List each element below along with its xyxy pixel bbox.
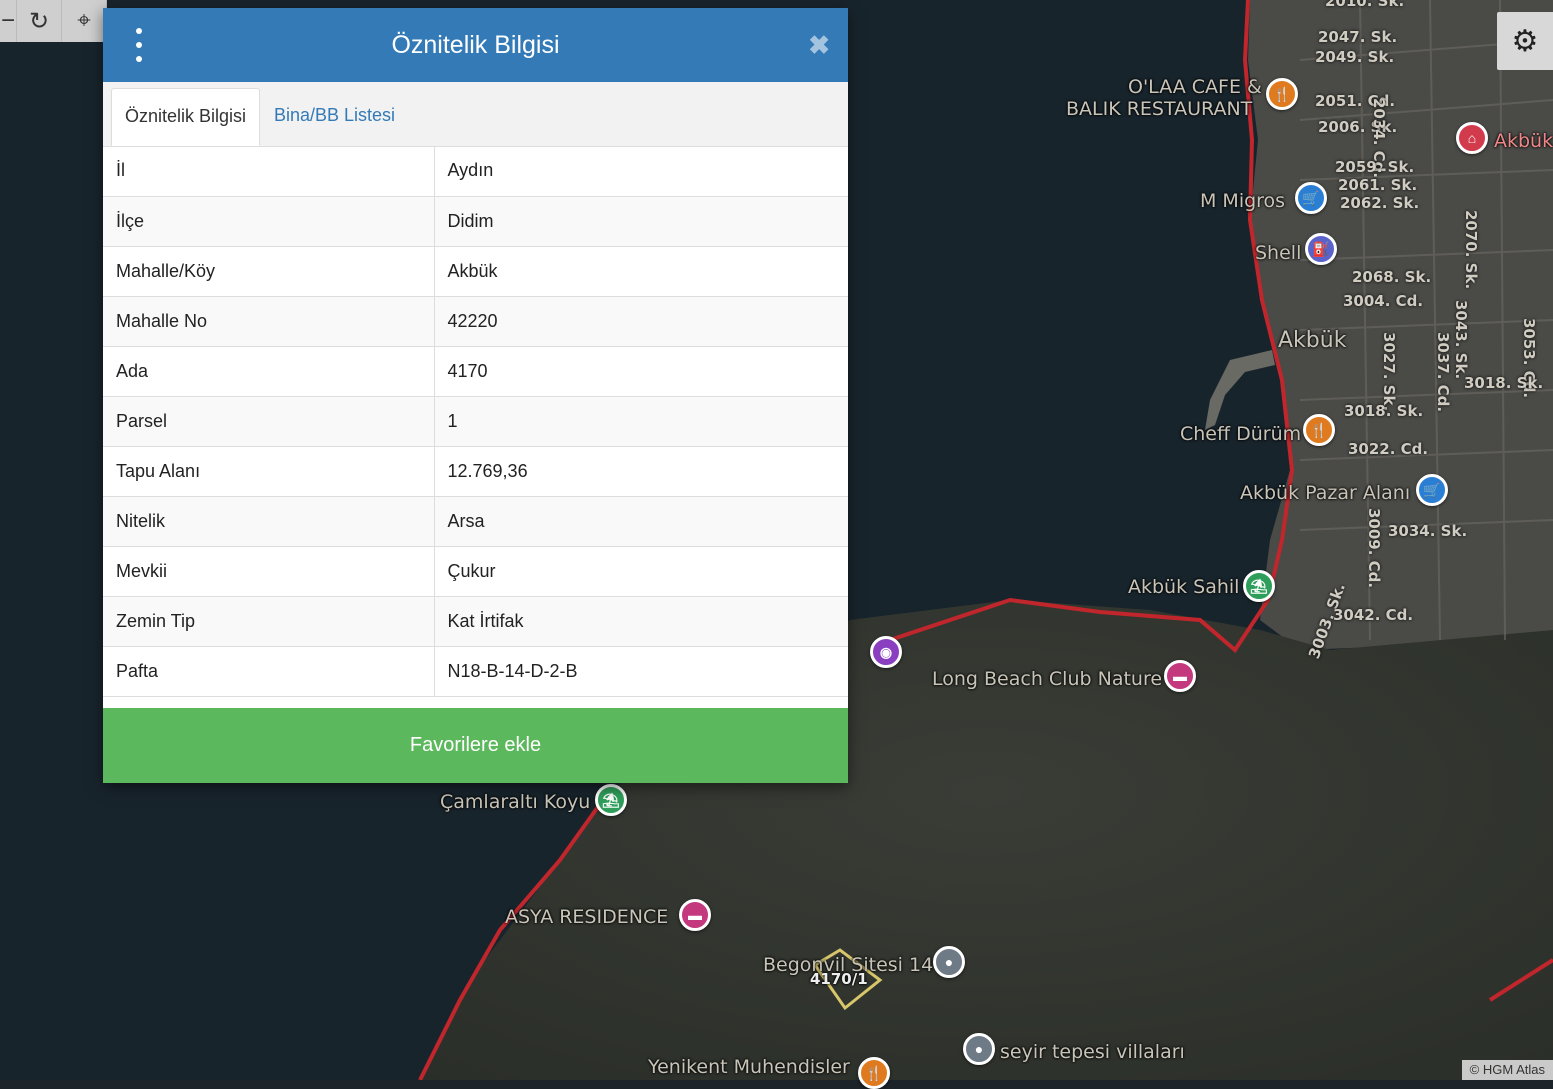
- poi-label: seyir tepesi villaları: [1000, 1041, 1185, 1063]
- poi-label: Akbük Sahil: [1128, 576, 1240, 598]
- tab-attribute-info[interactable]: Öznitelik Bilgisi: [111, 88, 261, 146]
- table-row: Mahalle/Köy Akbük: [103, 246, 848, 297]
- shopping-cart-pin-icon[interactable]: 🛒: [1295, 182, 1327, 214]
- attribute-value: Kat İrtifak: [434, 596, 848, 647]
- attribute-value: 12.769,36: [434, 446, 848, 497]
- street-label: 3034. Sk.: [1388, 522, 1468, 540]
- panel-header: Öznitelik Bilgisi ✖: [103, 8, 848, 82]
- shopping-cart-pin-icon[interactable]: 🛒: [1416, 474, 1448, 506]
- attribute-value: Akbük: [434, 246, 848, 297]
- place-pin-icon[interactable]: ●: [933, 946, 965, 978]
- table-row: Zemin Tip Kat İrtifak: [103, 596, 848, 647]
- street-label: 3043. Sk.: [1452, 300, 1470, 380]
- beach-pin-icon[interactable]: ⛱: [595, 784, 627, 816]
- attribute-key: İlçe: [103, 196, 435, 247]
- poi-label: Akbük: [1494, 130, 1553, 152]
- restaurant-pin-icon[interactable]: 🍴: [858, 1057, 890, 1089]
- crosshair-icon[interactable]: ⌖: [62, 0, 107, 42]
- street-label: 2047. Sk.: [1318, 28, 1398, 46]
- street-label: 3009. Cd.: [1365, 508, 1383, 589]
- poi-label: Long Beach Club Nature: [932, 668, 1163, 690]
- table-row: Nitelik Arsa: [103, 496, 848, 547]
- panel-title: Öznitelik Bilgisi: [391, 31, 560, 59]
- street-label: 3018. Sk.: [1464, 374, 1544, 392]
- street-label: 3037. Cd.: [1434, 332, 1452, 413]
- street-label: 2061. Sk.: [1338, 176, 1418, 194]
- fuel-pin-icon[interactable]: ⛽: [1305, 233, 1337, 265]
- camera-pin-icon[interactable]: ◉: [870, 636, 902, 668]
- street-label: 2068. Sk.: [1352, 268, 1432, 286]
- attribute-value: N18-B-14-D-2-B: [434, 646, 848, 697]
- attribute-key: Nitelik: [103, 496, 435, 547]
- poi-label: Çamlaraltı Koyu: [440, 791, 591, 813]
- table-row: İl Aydın: [103, 146, 848, 197]
- street-label: 3022. Cd.: [1348, 440, 1429, 458]
- home-pin-icon[interactable]: ⌂: [1456, 122, 1488, 154]
- parcel-label: 4170/1: [810, 970, 868, 988]
- hotel-pin-icon[interactable]: ▬: [1164, 660, 1196, 692]
- street-label: 2062. Sk.: [1340, 194, 1420, 212]
- attribute-key: Parsel: [103, 396, 435, 447]
- street-label: 3018. Sk.: [1344, 402, 1424, 420]
- attribute-panel: Öznitelik Bilgisi ✖ Öznitelik Bilgisi Bi…: [103, 8, 848, 783]
- table-row: Ada 4170: [103, 346, 848, 397]
- attribute-key: Mevkii: [103, 546, 435, 597]
- attribute-key: Zemin Tip: [103, 596, 435, 647]
- gear-icon[interactable]: ⚙: [1497, 12, 1553, 70]
- refresh-icon[interactable]: ↻: [17, 0, 62, 42]
- attribute-value: Didim: [434, 196, 848, 247]
- hotel-pin-icon[interactable]: ▬: [679, 899, 711, 931]
- attribute-value: Aydın: [434, 146, 848, 197]
- attribute-key: Tapu Alanı: [103, 446, 435, 497]
- poi-label: ASYA RESIDENCE: [505, 906, 669, 928]
- attribute-table: İl Aydın İlçe Didim Mahalle/Köy Akbük Mahal…: [103, 146, 848, 697]
- place-pin-icon[interactable]: ●: [963, 1033, 995, 1065]
- add-to-favorites-button[interactable]: Favorilere ekle: [103, 708, 848, 783]
- poi-label: O'LAA CAFE &: [1128, 76, 1262, 98]
- close-icon[interactable]: ✖: [808, 30, 830, 60]
- attribute-value: 4170: [434, 346, 848, 397]
- table-row: Mevkii Çukur: [103, 546, 848, 597]
- street-label: 3042. Cd.: [1333, 606, 1414, 624]
- attribute-key: İl: [103, 146, 435, 197]
- poi-label: M Migros: [1200, 190, 1286, 212]
- attribute-key: Mahalle No: [103, 296, 435, 347]
- table-row: Parsel 1: [103, 396, 848, 447]
- poi-label: Cheff Dürüm: [1180, 423, 1302, 445]
- table-row: Pafta N18-B-14-D-2-B: [103, 646, 848, 697]
- attribute-key: Ada: [103, 346, 435, 397]
- poi-label: Akbük Pazar Alanı: [1240, 482, 1411, 504]
- poi-label: Shell: [1255, 242, 1302, 264]
- map-toolbar: − ↻ ⌖: [0, 0, 107, 42]
- poi-label: Akbük: [1278, 328, 1347, 353]
- tab-building-list[interactable]: Bina/BB Listesi: [261, 88, 408, 146]
- street-label: 2070. Sk.: [1462, 210, 1480, 290]
- map-attribution: © HGM Atlas: [1461, 1060, 1553, 1080]
- street-label: 3004. Cd.: [1343, 292, 1424, 310]
- poi-label: Yenikent Muhendisler: [648, 1056, 850, 1078]
- table-row: İlçe Didim: [103, 196, 848, 247]
- table-row: Mahalle No 42220: [103, 296, 848, 347]
- street-label: 2059. Sk.: [1335, 158, 1415, 176]
- attribute-value: Arsa: [434, 496, 848, 547]
- street-label: 3027. Sk.: [1380, 332, 1398, 412]
- beach-pin-icon[interactable]: ⛱: [1243, 570, 1275, 602]
- table-row: Tapu Alanı 12.769,36: [103, 446, 848, 497]
- attribute-value: 42220: [434, 296, 848, 347]
- attribute-key: Mahalle/Köy: [103, 246, 435, 297]
- attribute-value: 1: [434, 396, 848, 447]
- street-label: 2049. Sk.: [1315, 48, 1395, 66]
- restaurant-pin-icon[interactable]: 🍴: [1266, 78, 1298, 110]
- street-label: 2010. Sk.: [1325, 0, 1405, 10]
- attribute-value: Çukur: [434, 546, 848, 597]
- tab-bar: Öznitelik Bilgisi Bina/BB Listesi: [103, 82, 848, 147]
- restaurant-pin-icon[interactable]: 🍴: [1303, 414, 1335, 446]
- poi-label: BALIK RESTAURANT: [1066, 98, 1253, 120]
- attribute-key: Pafta: [103, 646, 435, 697]
- minus-icon[interactable]: −: [0, 0, 17, 42]
